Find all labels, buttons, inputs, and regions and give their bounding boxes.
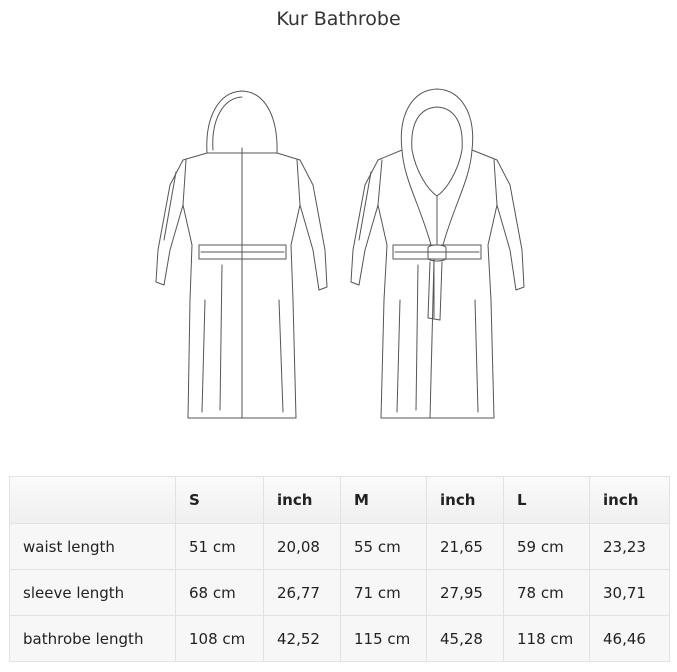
table-cell: 45,28 [426, 615, 504, 662]
bathrobe-front-view [350, 88, 525, 419]
table-cell: 59 cm [503, 523, 590, 570]
header-cell: L [503, 476, 590, 524]
table-cell: 27,95 [426, 569, 504, 616]
table-cell: 68 cm [175, 569, 264, 616]
table-cell: 20,08 [263, 523, 341, 570]
header-cell: S [175, 476, 264, 524]
header-cell: M [340, 476, 427, 524]
table-cell: 115 cm [340, 615, 427, 662]
header-cell: inch [426, 476, 504, 524]
table-row: sleeve length 68 cm 26,77 71 cm 27,95 78… [9, 569, 670, 616]
table-cell: 42,52 [263, 615, 341, 662]
table-cell: 78 cm [503, 569, 590, 616]
table-header-row: S inch M inch L inch [9, 476, 670, 524]
bathrobe-back-view [155, 90, 328, 419]
table-cell: 71 cm [340, 569, 427, 616]
header-cell [9, 476, 176, 524]
table-cell: sleeve length [9, 569, 176, 616]
table-cell: 108 cm [175, 615, 264, 662]
table-cell: 118 cm [503, 615, 590, 662]
table-cell: 51 cm [175, 523, 264, 570]
table-cell: bathrobe length [9, 615, 176, 662]
table-cell: 46,46 [589, 615, 670, 662]
bathrobe-illustration [155, 88, 525, 419]
table-cell: 23,23 [589, 523, 670, 570]
table-cell: 55 cm [340, 523, 427, 570]
header-cell: inch [263, 476, 341, 524]
table-cell: waist length [9, 523, 176, 570]
size-chart-table: S inch M inch L inch waist length 51 cm … [9, 476, 670, 662]
table-cell: 30,71 [589, 569, 670, 616]
header-cell: inch [589, 476, 670, 524]
table-cell: 26,77 [263, 569, 341, 616]
table-row: bathrobe length 108 cm 42,52 115 cm 45,2… [9, 615, 670, 662]
table-cell: 21,65 [426, 523, 504, 570]
table-row: waist length 51 cm 20,08 55 cm 21,65 59 … [9, 523, 670, 570]
